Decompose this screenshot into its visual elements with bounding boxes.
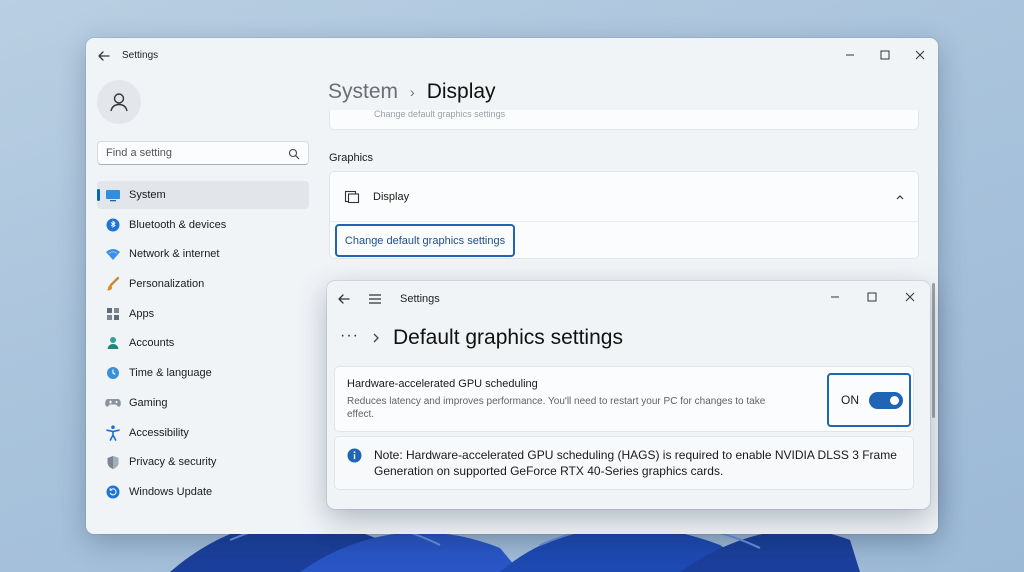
accessibility-icon xyxy=(105,424,121,441)
hamburger-menu-icon[interactable] xyxy=(367,292,383,306)
breadcrumb: System › Display xyxy=(328,80,496,104)
sidebar-item-windows-update[interactable]: Windows Update xyxy=(97,478,309,506)
display-row[interactable]: Display xyxy=(330,172,918,222)
scrollbar[interactable] xyxy=(932,283,935,418)
hags-toggle-switch[interactable] xyxy=(869,392,903,409)
apps-icon xyxy=(105,306,121,322)
hags-note-card: Note: Hardware-accelerated GPU schedulin… xyxy=(334,436,914,490)
chevron-right-icon xyxy=(373,333,379,343)
dialog-window-title: Settings xyxy=(400,293,440,305)
info-icon xyxy=(347,448,362,463)
globe-clock-icon xyxy=(105,365,121,381)
search-placeholder: Find a setting xyxy=(106,147,173,159)
brush-icon xyxy=(105,276,121,292)
page-title: Display xyxy=(426,80,496,103)
sidebar-item-label: Bluetooth & devices xyxy=(129,218,227,231)
scrolled-setting-card[interactable]: Change default graphics settings xyxy=(329,110,919,130)
minimize-icon xyxy=(846,54,854,56)
breadcrumb-parent[interactable]: System xyxy=(328,80,398,104)
display-settings-icon xyxy=(344,190,360,204)
close-button[interactable] xyxy=(909,44,931,66)
search-input[interactable]: Find a setting xyxy=(97,141,309,165)
minimize-icon xyxy=(831,296,839,298)
sidebar-item-label: Gaming xyxy=(129,396,168,409)
sidebar-item-label: Privacy & security xyxy=(129,456,217,469)
toggle-state-label: ON xyxy=(841,393,859,407)
toggle-knob xyxy=(890,396,899,405)
hags-description: Reduces latency and improves performance… xyxy=(347,396,766,420)
dialog-page-title: Default graphics settings xyxy=(393,326,623,349)
sidebar-item-label: Accounts xyxy=(129,337,175,350)
sidebar-item-privacy-security[interactable]: Privacy & security xyxy=(97,448,309,476)
sidebar-item-label: System xyxy=(129,189,166,201)
sidebar-item-apps[interactable]: Apps xyxy=(97,300,309,328)
sidebar-item-gaming[interactable]: Gaming xyxy=(97,389,309,417)
sidebar-item-system[interactable]: System xyxy=(97,181,309,209)
maximize-button[interactable] xyxy=(874,44,896,66)
user-icon xyxy=(110,93,128,112)
breadcrumb-overflow-button[interactable]: ··· xyxy=(340,327,359,345)
close-icon xyxy=(905,292,915,302)
sidebar-item-label: Network & internet xyxy=(129,248,220,261)
hags-title: Hardware-accelerated GPU scheduling xyxy=(347,378,538,390)
sidebar-nav: System Bluetooth & devices Network & int… xyxy=(97,181,309,508)
maximize-icon xyxy=(867,292,877,302)
chevron-up-icon[interactable] xyxy=(894,191,906,203)
bluetooth-icon xyxy=(105,217,121,233)
note-text: Note: Hardware-accelerated GPU schedulin… xyxy=(374,448,897,478)
wifi-icon xyxy=(105,246,121,262)
sidebar-item-label: Personalization xyxy=(129,278,205,291)
sidebar-item-accounts[interactable]: Accounts xyxy=(97,329,309,357)
change-default-graphics-button[interactable]: Change default graphics settings xyxy=(335,224,515,257)
close-button[interactable] xyxy=(899,286,921,308)
change-default-graphics-label: Change default graphics settings xyxy=(344,234,506,247)
default-graphics-dialog: Settings ··· Default graphics settings H… xyxy=(327,281,930,509)
minimize-button[interactable] xyxy=(839,44,861,66)
back-arrow-icon[interactable] xyxy=(96,48,112,64)
close-icon xyxy=(915,50,925,60)
monitor-icon xyxy=(105,187,121,203)
window-title: Settings xyxy=(122,50,159,61)
sidebar-item-label: Windows Update xyxy=(129,485,213,498)
shield-icon xyxy=(105,454,121,470)
update-icon xyxy=(105,484,121,500)
sidebar-item-label: Apps xyxy=(129,307,155,320)
search-icon xyxy=(288,148,300,160)
section-heading-graphics: Graphics xyxy=(329,152,374,164)
breadcrumb-chevron-icon: › xyxy=(410,84,415,100)
sidebar-item-label: Time & language xyxy=(129,367,212,380)
maximize-button[interactable] xyxy=(861,286,883,308)
display-graphics-card: Display Change default graphics settings xyxy=(329,171,919,259)
scrolled-card-text: Change default graphics settings xyxy=(374,110,506,119)
sidebar-item-network[interactable]: Network & internet xyxy=(97,240,309,268)
sidebar-item-bluetooth[interactable]: Bluetooth & devices xyxy=(97,211,309,239)
person-icon xyxy=(105,335,121,351)
maximize-icon xyxy=(880,50,890,60)
title-bar: Settings xyxy=(86,38,938,74)
display-row-label: Display xyxy=(373,191,410,203)
sidebar-item-accessibility[interactable]: Accessibility xyxy=(97,419,309,447)
back-arrow-icon[interactable] xyxy=(337,292,351,306)
gamepad-icon xyxy=(105,395,121,411)
sidebar-item-personalization[interactable]: Personalization xyxy=(97,270,309,298)
hags-toggle-highlight: ON xyxy=(827,373,911,427)
minimize-button[interactable] xyxy=(824,286,846,308)
sidebar-item-time-language[interactable]: Time & language xyxy=(97,359,309,387)
sidebar-item-label: Accessibility xyxy=(129,426,189,439)
avatar[interactable] xyxy=(97,80,141,124)
hags-setting-card: Hardware-accelerated GPU scheduling Redu… xyxy=(334,366,914,432)
